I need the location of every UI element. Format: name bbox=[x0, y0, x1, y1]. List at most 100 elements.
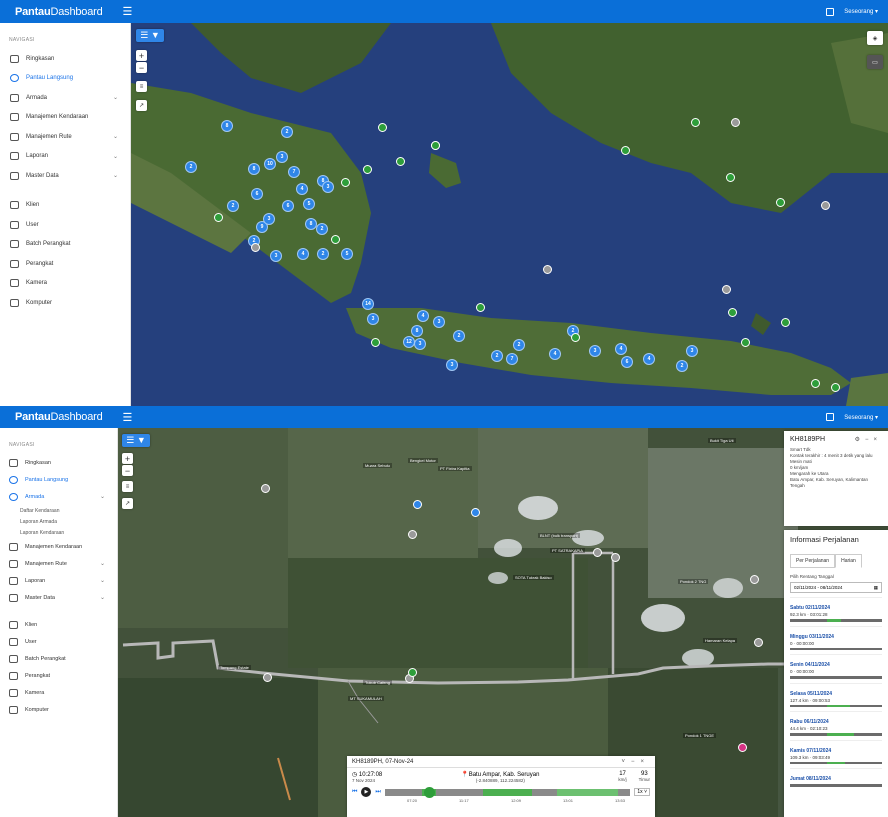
step-back-icon[interactable]: ⏮ bbox=[352, 789, 357, 796]
sidebar-item[interactable]: Ringkasan bbox=[0, 454, 117, 471]
vehicle-marker-icon[interactable] bbox=[341, 178, 350, 187]
tab-daily[interactable]: Harian bbox=[835, 554, 862, 568]
speed-select[interactable]: 1x ˅ bbox=[634, 788, 650, 796]
vehicle-marker-icon[interactable] bbox=[371, 338, 380, 347]
vehicle-cluster-marker[interactable]: 3 bbox=[446, 359, 458, 371]
layer-filter-button[interactable]: ☰ ▼ bbox=[122, 434, 150, 447]
brand-logo[interactable]: PantauDashboard bbox=[15, 411, 103, 423]
step-forward-icon[interactable]: ⏭ bbox=[375, 789, 380, 796]
vehicle-cluster-marker[interactable]: 5 bbox=[341, 248, 353, 260]
user-menu[interactable]: Seseorang ▾ bbox=[844, 8, 878, 15]
sidebar-item[interactable]: Klien bbox=[0, 196, 130, 216]
zoom-out-button[interactable]: − bbox=[122, 465, 133, 476]
vehicle-cluster-marker[interactable]: 4 bbox=[643, 353, 655, 365]
vehicle-cluster-marker[interactable]: 2 bbox=[676, 360, 688, 372]
vehicle-marker-icon[interactable] bbox=[363, 165, 372, 174]
vehicle-marker-icon[interactable] bbox=[722, 285, 731, 294]
vehicle-cluster-marker[interactable]: 4 bbox=[417, 310, 429, 322]
vehicle-cluster-marker[interactable]: 2 bbox=[453, 330, 465, 342]
vehicle-cluster-marker[interactable]: 8 bbox=[248, 163, 260, 175]
chevron-down-icon[interactable]: ⌄ bbox=[113, 172, 118, 179]
sidebar-item[interactable]: Pantau Langsung bbox=[0, 69, 130, 89]
chevron-down-icon[interactable]: ⌄ bbox=[113, 133, 118, 140]
fullscreen-icon[interactable] bbox=[826, 413, 835, 421]
vehicle-cluster-marker[interactable]: 3 bbox=[276, 151, 288, 163]
vehicle-cluster-marker[interactable]: 8 bbox=[411, 325, 423, 337]
poi-marker-icon[interactable] bbox=[611, 553, 620, 562]
tab-per-trip[interactable]: Per Perjalanan bbox=[790, 554, 836, 568]
sidebar-item[interactable]: Batch Perangkat bbox=[0, 235, 130, 255]
date-range-input[interactable]: 02/11/2024 - 08/11/2024 ▦ bbox=[790, 582, 882, 593]
chevron-down-icon[interactable]: ⌄ bbox=[100, 560, 105, 567]
poi-marker-icon[interactable] bbox=[750, 575, 759, 584]
vehicle-cluster-marker[interactable]: 3 bbox=[686, 345, 698, 357]
playback-window-controls[interactable]: ˅−× bbox=[621, 759, 650, 765]
sidebar-item[interactable]: Manajemen Kendaraan bbox=[0, 538, 117, 555]
satellite-map[interactable]: ☰ ▼ + − ≡ ↗ ◈ ▭ 8 2 3 2 8 10 7 8 3 4 6 2 6 5 9 3 8 2 2 4 5 3 2… bbox=[131, 23, 888, 406]
sidebar-item[interactable]: User bbox=[0, 633, 117, 650]
vehicle-marker-icon[interactable] bbox=[396, 157, 405, 166]
vehicle-cluster-marker[interactable]: 3 bbox=[589, 345, 601, 357]
vehicle-cluster-marker[interactable]: 6 bbox=[251, 188, 263, 200]
vehicle-cluster-marker[interactable]: 3 bbox=[414, 338, 426, 350]
sidebar-item[interactable]: Ringkasan bbox=[0, 49, 130, 69]
trip-day-item[interactable]: Rabu 06/11/2024 44.4 km · 02:10:23 bbox=[790, 711, 882, 736]
panel-controls[interactable]: ⚙−× bbox=[855, 436, 882, 443]
layers-list-icon[interactable]: ≡ bbox=[136, 81, 147, 92]
poi-marker-icon[interactable] bbox=[754, 638, 763, 647]
vehicle-cluster-marker[interactable]: 10 bbox=[264, 158, 276, 170]
poi-marker-icon[interactable] bbox=[408, 530, 417, 539]
layers-list-icon[interactable]: ≡ bbox=[122, 481, 133, 492]
poi-marker-icon[interactable] bbox=[738, 743, 747, 752]
chevron-down-icon[interactable]: ⌄ bbox=[100, 493, 105, 500]
trip-day-item[interactable]: Selasa 05/11/2024 127.4 km · 09:00:53 bbox=[790, 682, 882, 707]
zoom-out-button[interactable]: − bbox=[136, 62, 147, 73]
sidebar-subitem[interactable]: Laporan Armada bbox=[0, 516, 117, 527]
sidebar-item[interactable]: Laporan ⌄ bbox=[0, 147, 130, 167]
sidebar-item[interactable]: Armada ⌄ bbox=[0, 88, 130, 108]
sidebar-item[interactable]: Manajemen Kendaraan bbox=[0, 108, 130, 128]
zoom-in-button[interactable]: + bbox=[136, 50, 147, 61]
poi-marker-icon[interactable] bbox=[263, 673, 272, 682]
vehicle-cluster-marker[interactable]: 2 bbox=[281, 126, 293, 138]
sidebar-item[interactable]: Armada ⌄ bbox=[0, 488, 117, 505]
vehicle-marker-icon[interactable] bbox=[378, 123, 387, 132]
chevron-down-icon[interactable]: ⌄ bbox=[113, 94, 118, 101]
map-type-icon[interactable]: ▭ bbox=[867, 55, 883, 69]
vehicle-marker-icon[interactable] bbox=[543, 265, 552, 274]
poi-marker-icon[interactable] bbox=[593, 548, 602, 557]
chevron-down-icon[interactable]: ⌄ bbox=[113, 153, 118, 160]
chevron-down-icon[interactable]: ⌄ bbox=[100, 594, 105, 601]
sidebar-item[interactable]: Pantau Langsung bbox=[0, 471, 117, 488]
vehicle-cluster-marker[interactable]: 3 bbox=[322, 181, 334, 193]
vehicle-cluster-marker[interactable]: 8 bbox=[221, 120, 233, 132]
vehicle-marker-icon[interactable] bbox=[776, 198, 785, 207]
vehicle-cluster-marker[interactable]: 7 bbox=[288, 166, 300, 178]
trip-day-item[interactable]: Senin 04/11/2024 0 · 00:00:00 bbox=[790, 654, 882, 679]
vehicle-cluster-marker[interactable]: 2 bbox=[491, 350, 503, 362]
tracked-vehicle-icon[interactable] bbox=[408, 668, 417, 677]
vehicle-marker-icon[interactable] bbox=[331, 235, 340, 244]
menu-toggle-icon[interactable]: ☰ bbox=[123, 5, 133, 18]
vehicle-cluster-marker[interactable]: 3 bbox=[433, 316, 445, 328]
trip-day-item[interactable]: Kamis 07/11/2024 109.3 km · 09:03:49 bbox=[790, 739, 882, 764]
vehicle-cluster-marker[interactable]: 6 bbox=[282, 200, 294, 212]
vehicle-marker-icon[interactable] bbox=[821, 201, 830, 210]
vehicle-cluster-marker[interactable]: 4 bbox=[297, 248, 309, 260]
sidebar-item[interactable]: Laporan ⌄ bbox=[0, 572, 117, 589]
sidebar-item[interactable]: Master Data ⌄ bbox=[0, 166, 130, 186]
sidebar-item[interactable]: Kamera bbox=[0, 684, 117, 701]
trip-day-item[interactable]: Jumat 08/11/2024 bbox=[790, 768, 882, 787]
vehicle-cluster-marker[interactable]: 6 bbox=[621, 356, 633, 368]
map-layers-icon[interactable]: ◈ bbox=[867, 31, 883, 45]
vehicle-cluster-marker[interactable]: 3 bbox=[270, 250, 282, 262]
sidebar-subitem[interactable]: Daftar Kendaraan bbox=[0, 505, 117, 516]
sidebar-item[interactable]: Manajemen Rute ⌄ bbox=[0, 555, 117, 572]
trip-day-item[interactable]: Minggu 03/11/2024 0 · 00:00:00 bbox=[790, 625, 882, 650]
vehicle-marker-icon[interactable] bbox=[731, 118, 740, 127]
vehicle-marker-icon[interactable] bbox=[251, 243, 260, 252]
vehicle-cluster-marker[interactable]: 5 bbox=[303, 198, 315, 210]
vehicle-marker-icon[interactable] bbox=[811, 379, 820, 388]
sidebar-item[interactable]: Klien bbox=[0, 616, 117, 633]
sidebar-item[interactable]: Batch Perangkat bbox=[0, 650, 117, 667]
